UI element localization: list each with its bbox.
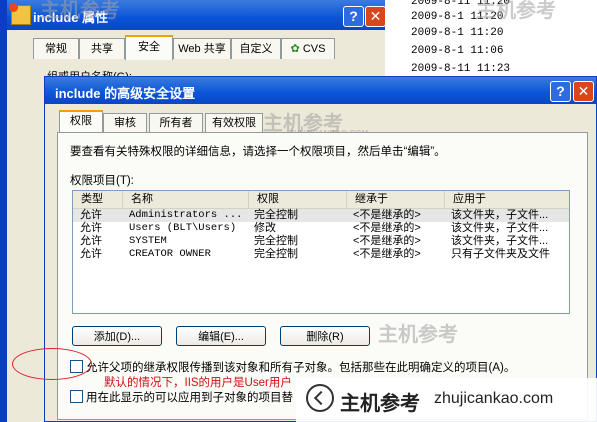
tab-cvs-label: CVS [302, 43, 326, 55]
watermark-logo-icon [306, 384, 334, 412]
tab-custom[interactable]: 自定义 [231, 38, 281, 59]
cell-apply: 只有子文件夹及文件 [451, 248, 550, 260]
permission-entries-label: 权限项目(T): [70, 175, 134, 187]
cell-name: SYSTEM [129, 235, 167, 247]
col-type[interactable]: 类型 [73, 191, 123, 208]
advanced-title-bar[interactable]: include 的高级安全设置 ? ✕ [45, 77, 596, 104]
cell-permission: 完全控制 [254, 209, 298, 221]
table-row[interactable]: 允许 Administrators ... 完全控制 <不是继承的> 该文件夹，… [73, 209, 569, 222]
remove-button[interactable]: 删除(R) [280, 326, 370, 346]
cell-inherited: <不是继承的> [353, 248, 421, 260]
inherit-checkbox-row[interactable]: 允许父项的继承权限传播到该对象和所有子对象。包括那些在此明确定义的项目(A)。 [70, 359, 515, 375]
annotation-text: 默认的情况下，IIS的用户是User用户 [104, 377, 292, 389]
bg-date-row: 2009-8-11 11:23 [411, 63, 511, 75]
cell-apply: 该文件夹，子文件... [451, 209, 549, 221]
cell-permission: 完全控制 [254, 248, 298, 260]
watermark-panel: 主机参考 [378, 324, 458, 346]
permission-entries-list[interactable]: 类型 名称 权限 继承于 应用于 允许 Administrators ... 完… [72, 190, 570, 314]
col-name[interactable]: 名称 [123, 191, 249, 208]
add-button[interactable]: 添加(D)... [72, 326, 162, 346]
tab-effective-permissions[interactable]: 有效权限 [205, 113, 263, 132]
annotation-ellipse [12, 348, 92, 380]
tab-sharing[interactable]: 共享 [79, 38, 125, 59]
close-button[interactable]: ✕ [365, 6, 386, 27]
apply-checkbox-label: 用在此显示的可以应用到子对象的项目替 [86, 392, 293, 404]
watermark-top-left: 主机参考 [40, 0, 120, 22]
cell-inherited: <不是继承的> [353, 222, 421, 234]
col-apply-to[interactable]: 应用于 [445, 191, 569, 208]
cell-name: CREATOR OWNER [129, 248, 211, 260]
cell-type: 允许 [80, 248, 102, 260]
cell-inherited: <不是继承的> [353, 209, 421, 221]
cell-permission: 完全控制 [254, 235, 298, 247]
table-row[interactable]: 允许 Users (BLT\Users) 修改 <不是继承的> 该文件夹，子文件… [73, 222, 569, 235]
cell-name: Administrators ... [129, 209, 243, 221]
help-button[interactable]: ? [343, 6, 364, 27]
col-permission[interactable]: 权限 [249, 191, 347, 208]
table-row[interactable]: 允许 SYSTEM 完全控制 <不是继承的> 该文件夹，子文件... [73, 235, 569, 248]
tab-owner[interactable]: 所有者 [149, 113, 203, 132]
advanced-security-window: include 的高级安全设置 ? ✕ 权限 审核 所有者 有效权限 主机参考 … [44, 76, 597, 422]
cell-type: 允许 [80, 235, 102, 247]
inherit-checkbox-label: 允许父项的继承权限传播到该对象和所有子对象。包括那些在此明确定义的项目(A)。 [86, 362, 516, 374]
tab-permissions[interactable]: 权限 [59, 110, 103, 133]
cvs-turtle-icon: ✿ [290, 43, 300, 55]
col-inherited-from[interactable]: 继承于 [347, 191, 445, 208]
permissions-description: 要查看有关特殊权限的详细信息，请选择一个权限项目，然后单击“编辑”。 [70, 146, 446, 158]
bg-date-row: 2009-8-1 11:20 [411, 27, 504, 39]
cell-type: 允许 [80, 222, 102, 234]
help-button[interactable]: ? [550, 81, 571, 102]
folder-app-icon [9, 3, 31, 25]
watermark-zh: 主机参考 [340, 393, 420, 415]
cell-name: Users (BLT\Users) [129, 222, 237, 234]
tab-web-sharing[interactable]: Web 共享 [173, 38, 231, 59]
list-header: 类型 名称 权限 继承于 应用于 [73, 191, 569, 209]
watermark-top-right: 主机参考 [476, 0, 556, 22]
apply-checkbox[interactable] [70, 390, 83, 403]
advanced-title: include 的高级安全设置 [55, 86, 196, 101]
table-row[interactable]: 允许 CREATOR OWNER 完全控制 <不是继承的> 只有子文件夹及文件 [73, 248, 569, 261]
tab-general[interactable]: 常规 [33, 38, 79, 59]
cell-type: 允许 [80, 209, 102, 221]
close-button[interactable]: ✕ [573, 81, 594, 102]
bg-date-row: 2009-8-1 11:06 [411, 45, 504, 57]
watermark-en: zhujicankao.com [434, 390, 554, 407]
cell-apply: 该文件夹，子文件... [451, 235, 549, 247]
tab-cvs[interactable]: ✿ CVS [281, 38, 335, 59]
cell-permission: 修改 [254, 222, 276, 234]
tab-security[interactable]: 安全 [125, 35, 173, 60]
watermark-banner: 主机参考 zhujicankao.com [296, 378, 597, 422]
tab-auditing[interactable]: 审核 [103, 113, 147, 132]
edit-button[interactable]: 编辑(E)... [176, 326, 266, 346]
cell-inherited: <不是继承的> [353, 235, 421, 247]
cell-apply: 该文件夹，子文件... [451, 222, 549, 234]
apply-checkbox-row[interactable]: 用在此显示的可以应用到子对象的项目替 [70, 389, 293, 405]
